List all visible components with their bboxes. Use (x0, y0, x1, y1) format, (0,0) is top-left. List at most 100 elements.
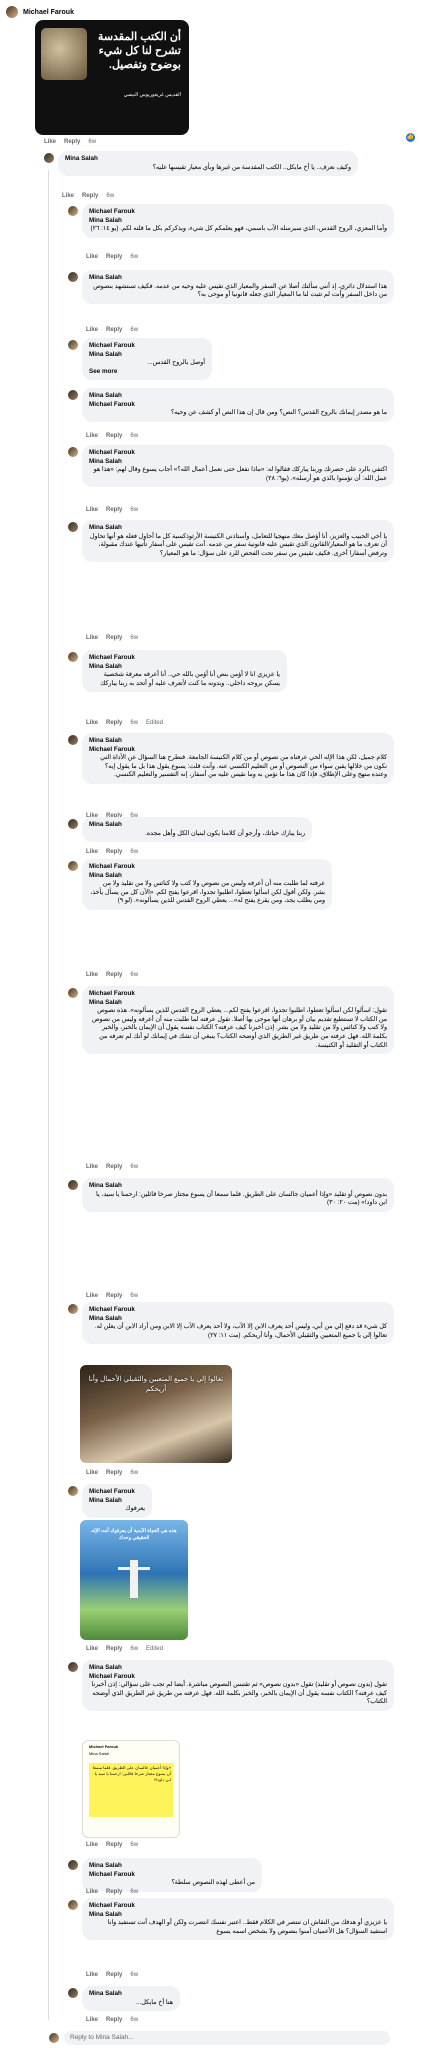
jesus-image[interactable]: تعالوا إلي يا جميع المتعبين والثقيلي الأ… (80, 1365, 232, 1463)
post-author[interactable]: Michael Farouk (23, 9, 74, 16)
like-button[interactable]: Like (86, 1972, 98, 1978)
avatar[interactable] (68, 1662, 78, 1672)
comment-author[interactable]: Michael Farouk (89, 342, 205, 351)
mention[interactable]: Mina Salah (89, 217, 122, 224)
mention[interactable]: Michael Farouk (89, 1871, 135, 1878)
like-button[interactable]: Like (86, 507, 98, 513)
mention[interactable]: Michael Farouk (89, 1673, 135, 1680)
reply-button[interactable]: Reply (106, 1972, 122, 1978)
reply-button[interactable]: Reply (106, 1293, 122, 1299)
avatar[interactable] (68, 522, 78, 532)
comment-author[interactable]: Mina Salah (89, 524, 387, 533)
like-button[interactable]: Like (86, 720, 98, 726)
christ-statue-image[interactable]: هذه هي الحياة الأبدية أن يعرفوك أنت الإل… (80, 1520, 188, 1640)
reply-button[interactable]: Reply (82, 193, 98, 199)
screenshot-image[interactable]: Michael Farouk Mina Salah «وإذا أعميان ج… (82, 1740, 180, 1838)
see-more-link[interactable]: See more (89, 368, 117, 375)
avatar[interactable] (68, 988, 78, 998)
edited-label: Edited (146, 720, 164, 726)
avatar[interactable] (68, 206, 78, 216)
mention[interactable]: Mina Salah (89, 458, 122, 465)
comment-author[interactable]: Mina Salah (89, 821, 305, 830)
like-button[interactable]: Like (86, 1842, 98, 1848)
like-button[interactable]: Like (86, 849, 98, 855)
reply-button[interactable]: Reply (64, 139, 80, 145)
avatar[interactable] (68, 735, 78, 745)
mention[interactable]: Mina Salah (89, 663, 122, 670)
comment-author[interactable]: Michael Farouk (89, 1488, 145, 1497)
like-button[interactable]: Like (86, 1470, 98, 1476)
comment-author[interactable]: Michael Farouk (89, 654, 280, 663)
avatar[interactable] (68, 1988, 78, 1998)
avatar[interactable] (68, 340, 78, 350)
comment-author[interactable]: Michael Farouk (89, 1306, 387, 1315)
comment-author[interactable]: Michael Farouk (89, 208, 387, 217)
reply-button[interactable]: Reply (106, 1646, 122, 1652)
comment-author[interactable]: Mina Salah (89, 392, 387, 401)
avatar[interactable] (68, 1180, 78, 1190)
like-button[interactable]: Like (44, 139, 56, 145)
mention[interactable]: Mina Salah (89, 999, 122, 1006)
reply-button[interactable]: Reply (106, 1889, 122, 1895)
like-button[interactable]: Like (86, 1889, 98, 1895)
mention[interactable]: Mina Salah (89, 872, 122, 879)
post-image[interactable]: أن الكتب المقدسة تشرح لنا كل شيء بوضوح و… (35, 20, 189, 135)
comment-bubble: Mina Salah Michael Farouk من أعطى لهذه ا… (82, 1858, 262, 1892)
avatar[interactable] (68, 1900, 78, 1910)
like-button[interactable]: Like (86, 433, 98, 439)
avatar[interactable] (44, 153, 54, 163)
like-button[interactable]: Like (86, 254, 98, 260)
avatar[interactable] (68, 819, 78, 829)
like-button[interactable]: Like (86, 972, 98, 978)
reply-button[interactable]: Reply (106, 972, 122, 978)
reply-input[interactable]: Reply to Mina Salah... (64, 2031, 390, 2045)
reply-button[interactable]: Reply (106, 1164, 122, 1170)
avatar[interactable] (68, 447, 78, 457)
avatar[interactable] (68, 272, 78, 282)
reply-button[interactable]: Reply (106, 849, 122, 855)
like-button[interactable]: Like (86, 1164, 98, 1170)
avatar[interactable] (68, 1860, 78, 1870)
avatar[interactable] (68, 1486, 78, 1496)
comment-author[interactable]: Mina Salah (89, 274, 387, 283)
mention[interactable]: Michael Farouk (89, 401, 135, 408)
like-button[interactable]: Like (86, 2017, 98, 2023)
thread-line (48, 170, 49, 2020)
like-button[interactable]: Like (86, 327, 98, 333)
reply-button[interactable]: Reply (106, 635, 122, 641)
reply-button[interactable]: Reply (106, 2017, 122, 2023)
avatar[interactable] (68, 390, 78, 400)
comment-author[interactable]: Mina Salah (89, 1990, 173, 1999)
avatar[interactable] (68, 1304, 78, 1314)
avatar[interactable] (68, 861, 78, 871)
comment-author[interactable]: Michael Farouk (89, 990, 387, 999)
comment-author[interactable]: Mina Salah (89, 737, 387, 746)
mention[interactable]: Michael Farouk (89, 746, 135, 753)
like-button[interactable]: Like (62, 193, 74, 199)
reply-button[interactable]: Reply (106, 1470, 122, 1476)
comment-author[interactable]: Mina Salah (89, 1664, 387, 1673)
reply-button[interactable]: Reply (106, 433, 122, 439)
author-avatar[interactable] (6, 6, 18, 18)
avatar[interactable] (68, 652, 78, 662)
reply-button[interactable]: Reply (106, 327, 122, 333)
like-button[interactable]: Like (86, 635, 98, 641)
comment: Michael Farouk Mina Salah اكتفي بالرد عل… (68, 445, 408, 513)
reply-button[interactable]: Reply (106, 254, 122, 260)
mention[interactable]: Mina Salah (89, 1497, 122, 1504)
like-button[interactable]: Like (86, 1293, 98, 1299)
like-button[interactable]: Like (86, 1646, 98, 1652)
comment-author[interactable]: Mina Salah (89, 1862, 255, 1871)
mention[interactable]: Mina Salah (89, 1315, 122, 1322)
comment-author[interactable]: Mina Salah (65, 155, 351, 164)
reply-button[interactable]: Reply (106, 720, 122, 726)
comment-author[interactable]: Mina Salah (89, 1182, 387, 1191)
mention[interactable]: Mina Salah (89, 1911, 122, 1918)
comment-text: بدون نصوص أو تقليد «وإذا أعميان جالسان ع… (96, 1190, 387, 1207)
mention[interactable]: Mina Salah (89, 351, 122, 358)
reply-button[interactable]: Reply (106, 1842, 122, 1848)
comment-author[interactable]: Michael Farouk (89, 863, 325, 872)
reply-button[interactable]: Reply (106, 507, 122, 513)
comment-author[interactable]: Michael Farouk (89, 1902, 387, 1911)
comment-author[interactable]: Michael Farouk (89, 449, 387, 458)
